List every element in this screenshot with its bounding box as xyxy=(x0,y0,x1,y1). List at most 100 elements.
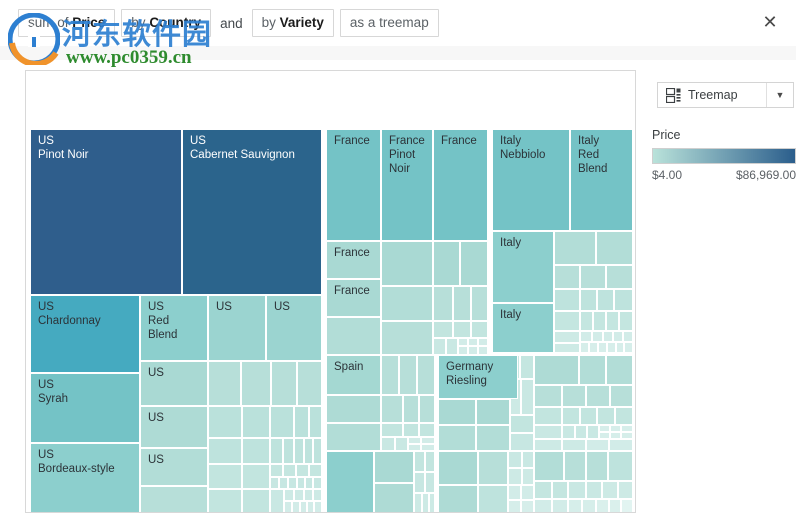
treemap-tile-small[interactable] xyxy=(621,499,633,512)
treemap-tile-small[interactable] xyxy=(395,437,408,451)
treemap-tile-small[interactable] xyxy=(593,311,606,331)
treemap-tile-small[interactable] xyxy=(425,451,435,472)
treemap-tile-small[interactable] xyxy=(374,483,414,512)
treemap-tile-small[interactable] xyxy=(554,265,580,289)
treemap-tile-small[interactable] xyxy=(283,464,296,477)
treemap-tile-small[interactable] xyxy=(580,265,606,289)
treemap-chart[interactable]: US Pinot Noir US Cabernet Sauvignon US Cha… xyxy=(30,129,633,512)
treemap-tile-small[interactable] xyxy=(305,477,313,489)
treemap-tile-small[interactable] xyxy=(607,342,616,353)
treemap-tile-small[interactable] xyxy=(552,481,568,499)
treemap-tile-small[interactable] xyxy=(208,489,242,512)
treemap-tile-small[interactable] xyxy=(270,464,283,477)
treemap-tile-small[interactable] xyxy=(508,451,522,468)
treemap-tile[interactable]: US Chardonnay xyxy=(30,295,140,373)
treemap-tile-small[interactable] xyxy=(283,438,294,464)
treemap-tile-small[interactable] xyxy=(534,385,562,407)
treemap-tile-small[interactable] xyxy=(433,286,453,321)
treemap-tile[interactable]: US Syrah xyxy=(30,373,140,443)
treemap-tile-small[interactable] xyxy=(587,425,599,439)
treemap-tile-small[interactable] xyxy=(520,355,534,379)
treemap-tile[interactable]: France xyxy=(326,129,381,241)
treemap-tile[interactable]: France xyxy=(326,241,381,279)
treemap-tile-small[interactable] xyxy=(580,407,597,425)
treemap-tile-small[interactable] xyxy=(580,289,597,311)
treemap-tile-small[interactable] xyxy=(568,481,586,499)
treemap-tile-small[interactable] xyxy=(471,321,488,338)
treemap-tile-small[interactable] xyxy=(619,311,633,331)
treemap-tile[interactable]: US xyxy=(266,295,322,361)
treemap-tile-small[interactable] xyxy=(313,438,322,464)
treemap-tile-small[interactable] xyxy=(294,438,304,464)
treemap-tile[interactable]: US xyxy=(208,295,266,361)
treemap-tile-small[interactable] xyxy=(579,355,606,385)
treemap-tile-small[interactable] xyxy=(610,425,621,432)
treemap-tile[interactable]: Germany Riesling xyxy=(438,355,518,399)
treemap-tile-small[interactable] xyxy=(270,477,279,489)
treemap-tile-small[interactable] xyxy=(468,338,478,346)
treemap-tile-small[interactable] xyxy=(313,489,322,501)
treemap-tile-small[interactable] xyxy=(534,451,564,481)
treemap-tile-small[interactable] xyxy=(208,464,242,489)
treemap-tile[interactable]: US xyxy=(140,406,208,448)
treemap-tile-small[interactable] xyxy=(408,444,421,451)
treemap-tile-small[interactable] xyxy=(309,406,322,438)
treemap-tile-small[interactable] xyxy=(270,438,283,464)
treemap-tile-small[interactable] xyxy=(284,501,292,512)
treemap-tile-small[interactable] xyxy=(621,425,633,432)
treemap-tile-small[interactable] xyxy=(446,338,458,355)
treemap-tile[interactable]: Italy xyxy=(492,303,554,353)
treemap-tile-small[interactable] xyxy=(534,355,579,385)
treemap-tile-small[interactable] xyxy=(304,438,313,464)
treemap-tile[interactable]: France xyxy=(433,129,488,241)
treemap-tile-small[interactable] xyxy=(381,241,433,286)
treemap-tile-small[interactable] xyxy=(522,451,534,468)
treemap-tile-small[interactable] xyxy=(304,489,313,501)
close-icon[interactable]: ✕ xyxy=(760,13,780,33)
treemap-tile-small[interactable] xyxy=(562,439,586,451)
treemap-tile-small[interactable] xyxy=(554,331,580,343)
treemap-tile-small[interactable] xyxy=(208,438,242,464)
treemap-tile[interactable]: US Pinot Noir xyxy=(30,129,182,295)
treemap-tile-small[interactable] xyxy=(326,317,381,355)
chevron-down-icon[interactable]: ▼ xyxy=(766,83,793,107)
treemap-tile[interactable]: US Cabernet Sauvignon xyxy=(182,129,322,295)
treemap-tile[interactable]: US Red Blend xyxy=(140,295,208,361)
treemap-tile-small[interactable] xyxy=(534,425,562,439)
viz-type-select[interactable]: Treemap ▼ xyxy=(657,82,794,108)
treemap-tile-small[interactable] xyxy=(438,485,478,512)
treemap-tile-small[interactable] xyxy=(609,439,633,451)
treemap-tile-small[interactable] xyxy=(534,481,552,499)
treemap-tile-small[interactable] xyxy=(374,451,414,483)
treemap-tile-small[interactable] xyxy=(597,407,615,425)
treemap-tile-small[interactable] xyxy=(554,231,596,265)
treemap-tile-small[interactable] xyxy=(476,425,510,451)
treemap-tile-small[interactable] xyxy=(534,439,562,451)
treemap-tile-small[interactable] xyxy=(270,406,294,438)
treemap-tile-small[interactable] xyxy=(433,338,446,355)
treemap-tile-small[interactable] xyxy=(414,472,425,493)
treemap-tile-small[interactable] xyxy=(521,379,534,415)
treemap-tile-small[interactable] xyxy=(403,395,419,423)
query-token-0[interactable]: sum of Price xyxy=(18,9,116,37)
treemap-tile-small[interactable] xyxy=(208,406,242,438)
treemap-tile-small[interactable] xyxy=(613,331,623,342)
treemap-tile-small[interactable] xyxy=(610,385,633,407)
treemap-tile-small[interactable] xyxy=(586,385,610,407)
treemap-tile-small[interactable] xyxy=(624,342,633,353)
treemap-tile-small[interactable] xyxy=(458,338,468,346)
treemap-tile-small[interactable] xyxy=(403,423,419,437)
treemap-tile[interactable]: US xyxy=(140,448,208,486)
treemap-tile-small[interactable] xyxy=(598,342,607,353)
treemap-tile-small[interactable] xyxy=(294,489,304,501)
treemap-tile-small[interactable] xyxy=(399,355,417,395)
treemap-tile-small[interactable] xyxy=(597,289,614,311)
treemap-tile-small[interactable] xyxy=(381,437,395,451)
treemap-tile-small[interactable] xyxy=(552,499,568,512)
treemap-tile-small[interactable] xyxy=(309,464,322,477)
treemap-tile-small[interactable] xyxy=(422,493,429,512)
treemap-tile-small[interactable] xyxy=(242,406,270,438)
treemap-tile-small[interactable] xyxy=(460,241,488,286)
treemap-tile-small[interactable] xyxy=(242,489,270,512)
treemap-tile-small[interactable] xyxy=(616,342,624,353)
